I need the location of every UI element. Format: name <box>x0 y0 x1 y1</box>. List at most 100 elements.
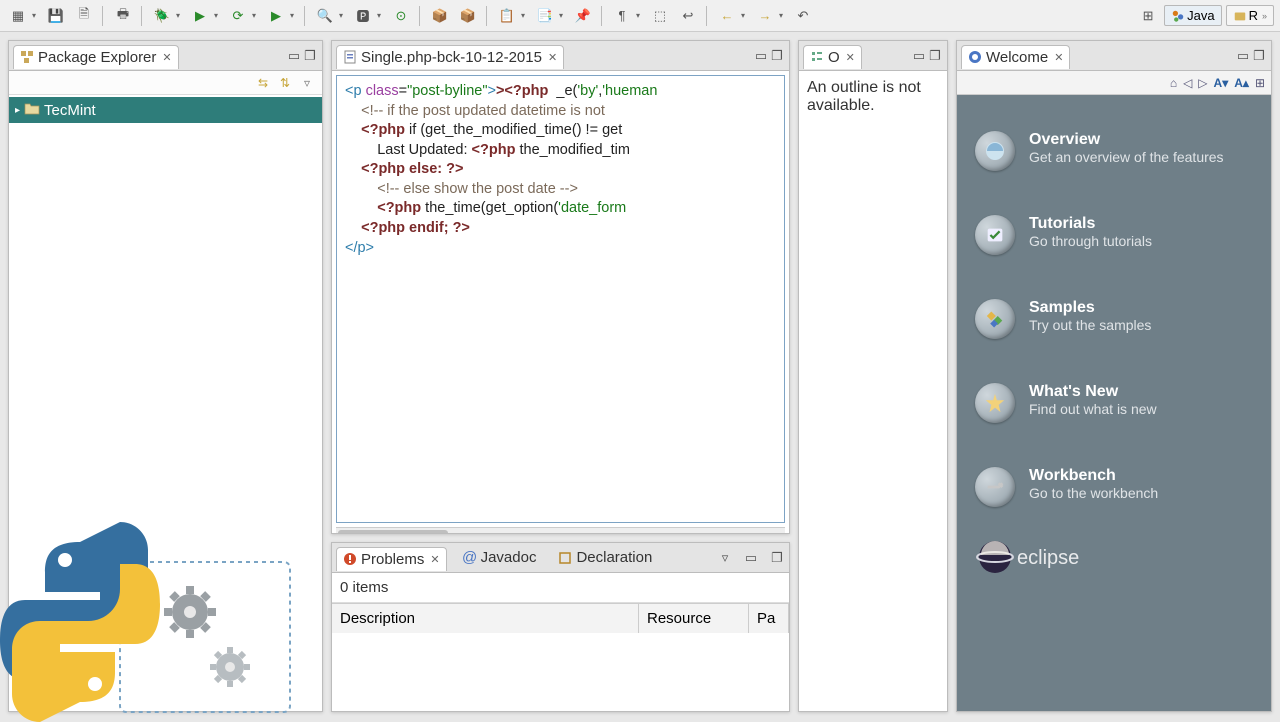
svg-text:eclipse: eclipse <box>1017 547 1079 569</box>
project-name: TecMint <box>44 102 96 119</box>
nav-fwd-icon[interactable]: ▷ <box>1198 76 1207 90</box>
dropdown-icon[interactable]: ▾ <box>559 11 567 20</box>
view-menu-icon[interactable]: ▿ <box>298 74 316 92</box>
tab-javadoc-label: Javadoc <box>481 549 537 566</box>
package-explorer-tab[interactable]: Package Explorer ✕ <box>13 45 179 69</box>
nav-back-icon[interactable]: ◁ <box>1183 76 1192 90</box>
welcome-item-title: Tutorials <box>1029 215 1152 233</box>
minimize-icon[interactable]: ▭ <box>743 550 759 566</box>
welcome-item-overview[interactable]: Overview Get an overview of the features <box>975 131 1253 171</box>
col-resource[interactable]: Resource <box>639 604 749 633</box>
horizontal-scrollbar[interactable] <box>336 527 785 533</box>
open-task-icon[interactable]: 📋 <box>495 4 519 28</box>
save-all-icon[interactable]: 🗎 <box>72 4 96 28</box>
new-package-icon[interactable]: 📦 <box>428 4 452 28</box>
minimize-icon[interactable]: ▭ <box>286 48 302 64</box>
more-icon: » <box>1262 11 1267 21</box>
close-icon[interactable]: ✕ <box>548 51 557 64</box>
minimize-icon[interactable]: ▭ <box>753 48 769 64</box>
col-description[interactable]: Description <box>332 604 639 633</box>
maximize-icon[interactable]: ❐ <box>302 48 318 64</box>
perspective-java[interactable]: Java <box>1164 5 1221 26</box>
expand-arrow-icon[interactable]: ▸ <box>15 105 20 116</box>
project-tecmint[interactable]: ▸ TecMint <box>9 97 322 123</box>
close-icon[interactable]: ✕ <box>430 553 439 566</box>
close-icon[interactable]: ✕ <box>1054 51 1063 64</box>
r-icon <box>1233 9 1247 23</box>
dropdown-icon[interactable]: ▾ <box>779 11 787 20</box>
run-last-icon[interactable]: ⟳ <box>226 4 250 28</box>
samples-icon <box>975 299 1015 339</box>
package-explorer-title: Package Explorer <box>38 49 156 66</box>
outline-tab[interactable]: O ✕ <box>803 45 862 69</box>
dropdown-icon[interactable]: ▾ <box>32 11 40 20</box>
view-menu-icon[interactable]: ▿ <box>717 550 733 566</box>
welcome-item-title: Workbench <box>1029 467 1158 485</box>
forward-icon[interactable]: → <box>753 4 777 28</box>
print-icon[interactable]: 🖶 <box>111 4 135 28</box>
welcome-item-title: What's New <box>1029 383 1157 401</box>
zoom-out-icon[interactable]: A▾ <box>1214 76 1229 90</box>
welcome-item-samples[interactable]: Samples Try out the samples <box>975 299 1253 339</box>
open-type-icon[interactable]: 🅿 <box>351 4 375 28</box>
perspective-r[interactable]: R » <box>1226 5 1274 26</box>
maximize-icon[interactable]: ❐ <box>927 48 943 64</box>
welcome-item-whatsnew[interactable]: What's New Find out what is new <box>975 383 1253 423</box>
tab-declaration[interactable]: Declaration <box>552 546 658 569</box>
link-editor-icon[interactable]: ⇅ <box>276 74 294 92</box>
dropdown-icon[interactable]: ▾ <box>339 11 347 20</box>
dropdown-icon[interactable]: ▾ <box>290 11 298 20</box>
dropdown-icon[interactable]: ▾ <box>521 11 529 20</box>
maximize-icon[interactable]: ❐ <box>1251 48 1267 64</box>
maximize-icon[interactable]: ❐ <box>769 48 785 64</box>
home-icon[interactable]: ⌂ <box>1170 76 1177 90</box>
new-class-icon[interactable]: 📦 <box>456 4 480 28</box>
welcome-title: Welcome <box>986 49 1048 66</box>
run-icon[interactable]: ▶ <box>188 4 212 28</box>
editor-tab[interactable]: Single.php-bck-10-12-2015 ✕ <box>336 45 564 69</box>
new-icon[interactable]: ▦ <box>6 4 30 28</box>
close-icon[interactable]: ✕ <box>162 51 171 64</box>
minimize-icon[interactable]: ▭ <box>1235 48 1251 64</box>
toggle-breakpoint-icon[interactable]: ⊙ <box>389 4 413 28</box>
code-editor[interactable]: <p class="post-byline">><?php _e('by','h… <box>336 75 785 523</box>
word-wrap-icon[interactable]: ↩ <box>676 4 700 28</box>
outline-title: O <box>828 49 840 66</box>
dropdown-icon[interactable]: ▾ <box>741 11 749 20</box>
customize-icon[interactable]: ⊞ <box>1255 76 1265 90</box>
block-select-icon[interactable]: ⬚ <box>648 4 672 28</box>
zoom-in-icon[interactable]: A▴ <box>1234 76 1249 90</box>
back-icon[interactable]: ← <box>715 4 739 28</box>
tab-problems[interactable]: Problems ✕ <box>336 547 447 571</box>
save-icon[interactable]: 💾 <box>44 4 68 28</box>
package-explorer-view: Package Explorer ✕ ▭ ❐ ⇆ ⇅ ▿ ▸ <box>8 40 323 712</box>
welcome-item-subtitle: Go to the workbench <box>1029 485 1158 501</box>
dropdown-icon[interactable]: ▾ <box>377 11 385 20</box>
main-toolbar: ▦▾ 💾 🗎 🖶 🪲▾ ▶▾ ⟳▾ ▶▾ 🔍▾ 🅿▾ ⊙ 📦 📦 📋▾ 📑▾ 📌… <box>0 0 1280 32</box>
search-icon[interactable]: 🔍 <box>313 4 337 28</box>
dropdown-icon[interactable]: ▾ <box>252 11 260 20</box>
pin-editor-icon[interactable]: 📌 <box>571 4 595 28</box>
last-edit-icon[interactable]: ↶ <box>791 4 815 28</box>
dropdown-icon[interactable]: ▾ <box>176 11 184 20</box>
welcome-tab[interactable]: Welcome ✕ <box>961 45 1070 69</box>
minimize-icon[interactable]: ▭ <box>911 48 927 64</box>
close-icon[interactable]: ✕ <box>846 51 855 64</box>
workbench-icon <box>975 467 1015 507</box>
globe-icon <box>975 131 1015 171</box>
tab-javadoc[interactable]: @ Javadoc <box>457 546 543 569</box>
debug-icon[interactable]: 🪲 <box>150 4 174 28</box>
welcome-item-tutorials[interactable]: Tutorials Go through tutorials <box>975 215 1253 255</box>
maximize-icon[interactable]: ❐ <box>769 550 785 566</box>
dropdown-icon[interactable]: ▾ <box>214 11 222 20</box>
problems-icon <box>343 552 357 566</box>
open-perspective-icon[interactable]: ⊞ <box>1136 4 1160 28</box>
welcome-item-workbench[interactable]: Workbench Go to the workbench <box>975 467 1253 507</box>
external-tools-icon[interactable]: ▶ <box>264 4 288 28</box>
editor-filename: Single.php-bck-10-12-2015 <box>361 49 542 66</box>
collapse-all-icon[interactable]: ⇆ <box>254 74 272 92</box>
toggle-mark-icon[interactable]: 📑 <box>533 4 557 28</box>
toggle-ws-icon[interactable]: ¶ <box>610 4 634 28</box>
col-path[interactable]: Pa <box>749 604 789 633</box>
dropdown-icon[interactable]: ▾ <box>636 11 644 20</box>
